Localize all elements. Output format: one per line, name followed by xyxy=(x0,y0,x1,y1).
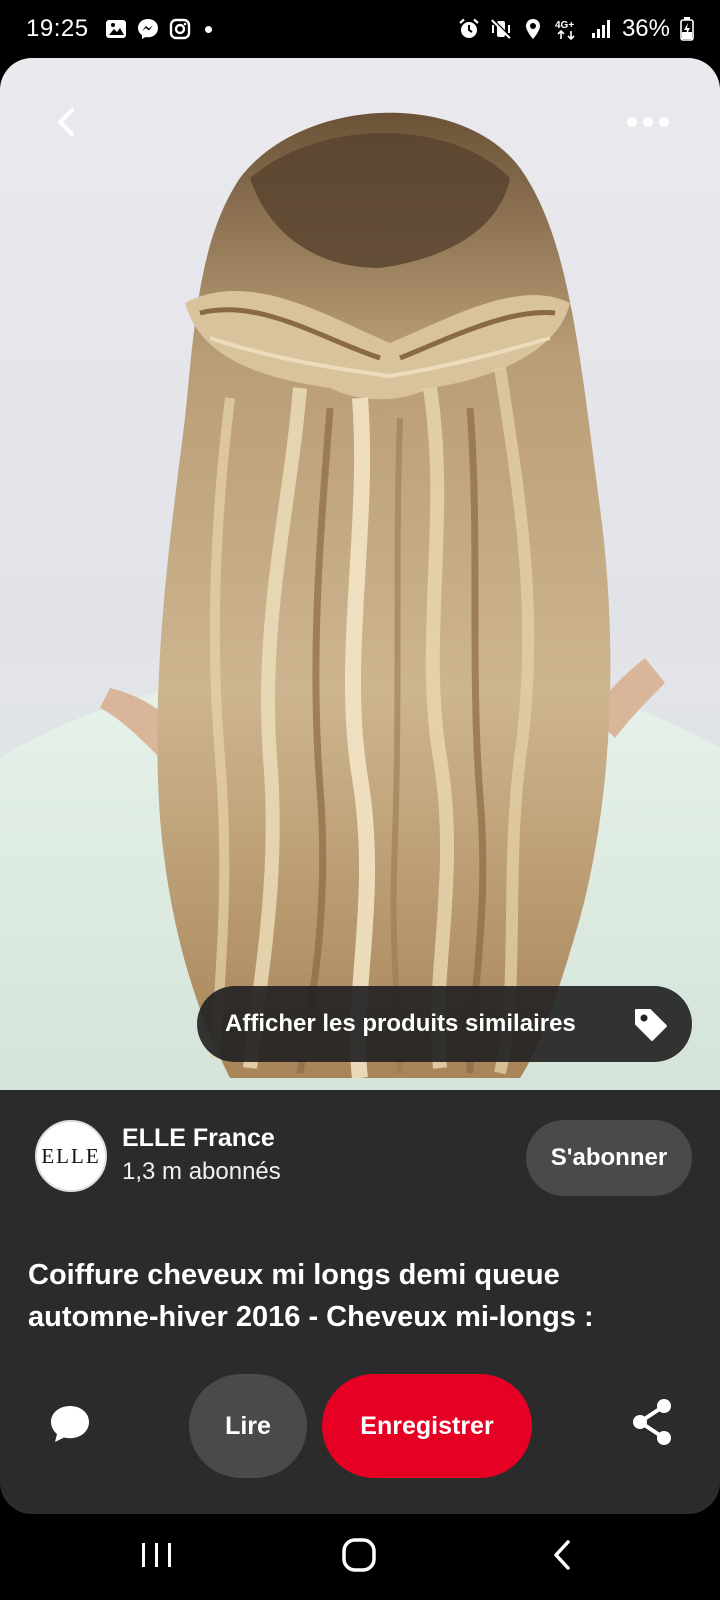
status-notification-icons xyxy=(105,18,212,40)
save-button[interactable]: Enregistrer xyxy=(322,1374,532,1478)
avatar-logo-text: ELLE xyxy=(41,1143,101,1168)
alarm-icon xyxy=(459,18,479,38)
instagram-icon xyxy=(169,18,190,40)
more-options-button[interactable] xyxy=(620,102,676,142)
share-button[interactable] xyxy=(628,1396,676,1448)
hairstyle-photo xyxy=(0,112,720,1090)
share-icon xyxy=(633,1399,671,1445)
similar-products-label: Afficher les produits similaires xyxy=(225,1010,576,1037)
chevron-left-icon xyxy=(58,108,74,136)
status-time: 19:25 xyxy=(26,15,89,42)
status-system-icons: 4G+ 36% xyxy=(458,15,694,43)
gallery-icon xyxy=(105,20,126,38)
pin-title: Coiffure cheveux mi longs demi queue aut… xyxy=(28,1259,594,1333)
status-bar: 19:25 4G+ 36% xyxy=(0,0,720,58)
comment-button[interactable] xyxy=(46,1400,94,1448)
battery-charging-icon xyxy=(680,17,694,41)
nav-back-icon[interactable] xyxy=(548,1536,574,1574)
more-horizontal-icon xyxy=(627,117,669,127)
creator-avatar[interactable]: ELLE xyxy=(35,1120,107,1192)
creator-name[interactable]: ELLE France xyxy=(122,1124,275,1153)
tag-icon xyxy=(635,1009,667,1041)
svg-text:4G+: 4G+ xyxy=(555,20,574,31)
similar-products-button[interactable]: Afficher les produits similaires xyxy=(197,986,692,1062)
location-icon xyxy=(525,19,540,39)
mute-vibrate-icon xyxy=(491,18,512,39)
notification-dot xyxy=(204,25,212,33)
pin-image[interactable]: Afficher les produits similaires xyxy=(0,58,720,1090)
pin-closeup-card: Afficher les produits similaires ELLE EL… xyxy=(0,58,720,1514)
home-icon[interactable] xyxy=(340,1536,378,1574)
read-button[interactable]: Lire xyxy=(189,1374,307,1478)
network-4g-icon: 4G+ xyxy=(555,20,575,40)
battery-percent: 36% xyxy=(621,15,670,42)
back-button[interactable] xyxy=(44,100,88,144)
comment-icon xyxy=(51,1406,89,1442)
system-navigation-bar xyxy=(0,1514,720,1600)
follower-count: 1,3 m abonnés xyxy=(122,1158,281,1185)
messenger-icon xyxy=(137,19,158,39)
recent-apps-icon[interactable] xyxy=(138,1540,176,1570)
signal-icon xyxy=(591,20,610,38)
follow-button[interactable]: S'abonner xyxy=(526,1120,692,1196)
pin-info-panel: ELLE ELLE France 1,3 m abonnés S'abonner… xyxy=(0,1090,720,1514)
